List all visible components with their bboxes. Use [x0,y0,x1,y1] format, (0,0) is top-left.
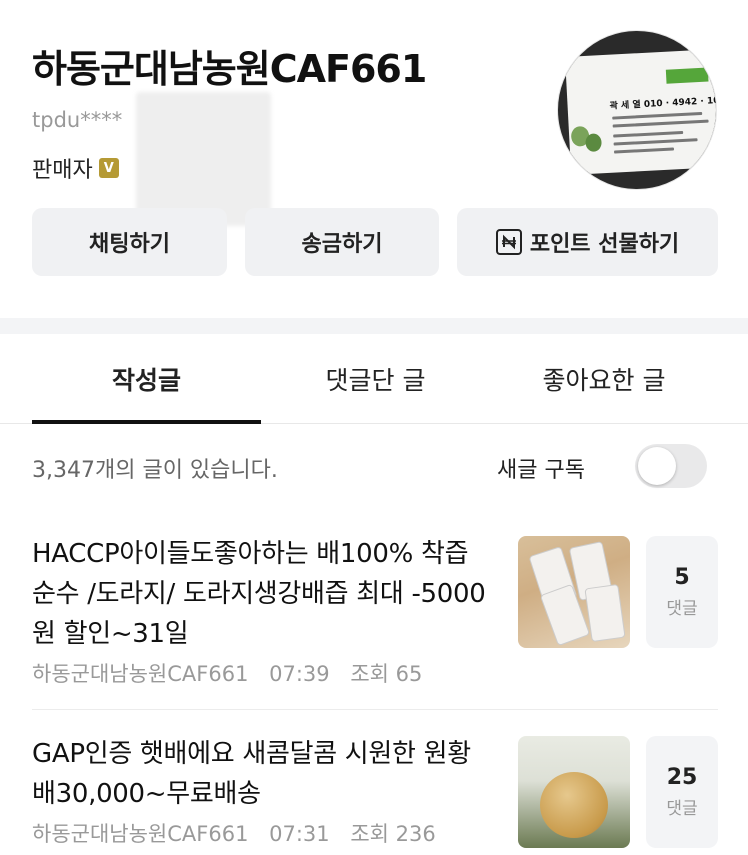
post-author: 하동군대남농원CAF661 [32,662,249,686]
business-card-image: 곽 세 열 010 · 4942 · 1027 [565,49,717,175]
post-meta: 하동군대남농원CAF661 07:39 조회 65 [32,658,436,688]
list-item[interactable]: HACCP아이들도좋아하는 배100% 착즙 순수 /도라지/ 도라지생강배즙 … [32,530,718,710]
tab-liked[interactable]: 좋아요한 글 [490,334,718,424]
profile-header: 하동군대남농원CAF661 tpdu**** 판매자 V 곽 세 열 010 ·… [0,0,748,318]
avatar-card-name: 곽 세 열 010 · 4942 · 1027 [609,95,717,112]
post-count-row: 3,347개의 글이 있습니다. 새글 구독 [32,444,718,490]
avatar[interactable]: 곽 세 열 010 · 4942 · 1027 [557,30,717,190]
post-views: 조회 236 [350,822,436,846]
comment-label: 댓글 [666,599,698,619]
naver-pay-icon [495,229,522,255]
section-divider [0,318,748,334]
post-time: 07:31 [269,822,330,846]
post-thumbnail[interactable] [518,536,630,648]
post-thumbnail[interactable] [518,736,630,848]
point-gift-button-label: 포인트 선물하기 [529,232,680,257]
blurred-region [136,92,271,226]
comment-count-box[interactable]: 25 댓글 [646,736,718,848]
post-count-text: 3,347개의 글이 있습니다. [32,458,278,483]
post-title[interactable]: GAP인증 햇배에요 새콤달콤 시원한 원황배30,000~무료배송 [32,734,494,814]
profile-user-id: tpdu**** [32,108,123,132]
post-title[interactable]: HACCP아이들도좋아하는 배100% 착즙 순수 /도라지/ 도라지생강배즙 … [32,534,494,654]
subscribe-toggle[interactable] [635,444,707,488]
verified-badge-icon: V [98,158,119,178]
point-gift-button[interactable]: 포인트 선물하기 [457,208,718,276]
seller-role-row: 판매자 V [32,152,119,184]
chat-button-label: 채팅하기 [89,232,170,257]
activity-tabs: 작성글 댓글단 글 좋아요한 글 [0,334,748,424]
post-meta: 하동군대남농원CAF661 07:31 조회 236 [32,818,450,848]
list-item[interactable]: GAP인증 햇배에요 새콤달콤 시원한 원황배30,000~무료배송 하동군대남… [32,730,718,855]
post-views: 조회 65 [350,662,423,686]
tab-written[interactable]: 작성글 [32,334,261,424]
transfer-button[interactable]: 송금하기 [245,208,439,276]
comment-count: 25 [666,765,698,790]
comment-count: 5 [674,565,690,590]
seller-role-label: 판매자 [32,158,93,183]
comment-count-box[interactable]: 5 댓글 [646,536,718,648]
profile-action-buttons: 채팅하기 송금하기 포인트 선물하기 [32,208,718,276]
post-author: 하동군대남농원CAF661 [32,822,249,846]
comment-label: 댓글 [666,799,698,819]
post-time: 07:39 [269,662,330,686]
profile-nickname: 하동군대남농원CAF661 [32,47,427,91]
toggle-knob [638,447,676,485]
subscribe-label: 새글 구독 [497,458,585,483]
tab-commented[interactable]: 댓글단 글 [261,334,490,424]
transfer-button-label: 송금하기 [301,232,383,257]
chat-button[interactable]: 채팅하기 [32,208,227,276]
active-tab-indicator [32,420,261,424]
